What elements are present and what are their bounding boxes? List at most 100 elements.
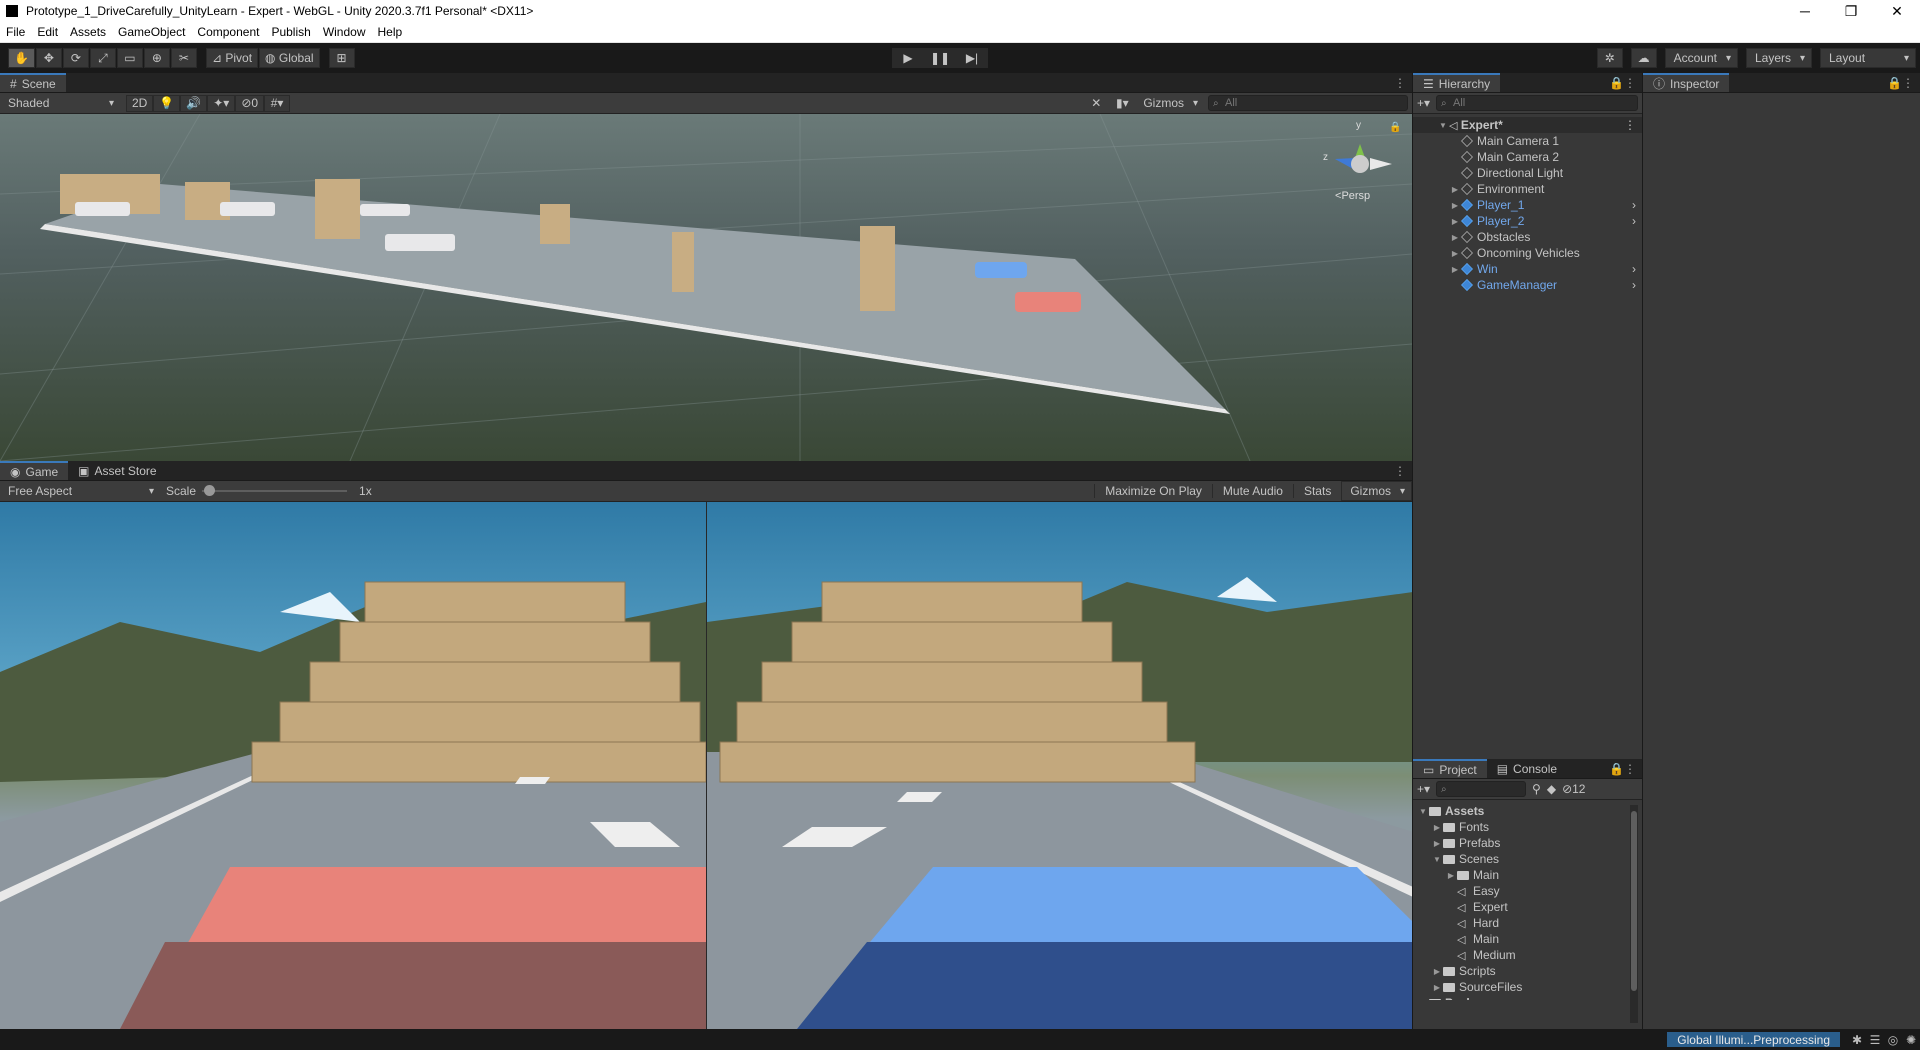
- layout-dropdown[interactable]: Layout: [1820, 48, 1916, 68]
- expand-arrow-icon[interactable]: ▶: [1449, 185, 1461, 194]
- hierarchy-search-input[interactable]: All: [1436, 95, 1638, 111]
- project-item[interactable]: ▶ Prefabs: [1413, 835, 1642, 851]
- project-item[interactable]: ▶ Packages: [1413, 995, 1642, 1000]
- kebab-menu-icon[interactable]: ⋮: [1624, 76, 1636, 90]
- close-icon[interactable]: ✕: [1874, 3, 1920, 20]
- expand-arrow-icon[interactable]: ▶: [1417, 999, 1429, 1001]
- play-button[interactable]: ▶: [892, 48, 924, 68]
- rotate-tool-icon[interactable]: ⟳: [62, 48, 89, 68]
- scrollbar-thumb[interactable]: [1631, 811, 1637, 991]
- effects-toggle-icon[interactable]: ✦▾: [207, 94, 236, 112]
- menu-edit[interactable]: Edit: [31, 25, 64, 39]
- 2d-toggle-button[interactable]: 2D: [126, 94, 154, 112]
- menu-publish[interactable]: Publish: [265, 25, 316, 39]
- scene-viewport[interactable]: y z 🔒 <Persp: [0, 114, 1412, 461]
- tab-console[interactable]: ▤ Console: [1487, 759, 1567, 778]
- scale-slider[interactable]: [202, 485, 348, 497]
- project-item[interactable]: ◁ Main: [1413, 931, 1642, 947]
- hierarchy-item[interactable]: ▶ Win ›: [1413, 261, 1642, 277]
- account-dropdown[interactable]: Account: [1664, 48, 1738, 68]
- custom-tool-icon[interactable]: ✂: [170, 48, 197, 68]
- scene-visibility-toggle[interactable]: ⊘ 0: [235, 94, 265, 112]
- hierarchy-item[interactable]: Main Camera 2: [1413, 149, 1642, 165]
- project-item[interactable]: ▶ Main: [1413, 867, 1642, 883]
- shading-mode-dropdown[interactable]: Shaded: [0, 93, 120, 113]
- expand-arrow-icon[interactable]: ▼: [1431, 855, 1443, 864]
- hierarchy-item[interactable]: ▶ Player_1 ›: [1413, 197, 1642, 213]
- global-toggle-button[interactable]: ◍ Global: [259, 48, 320, 68]
- project-item[interactable]: ◁ Easy: [1413, 883, 1642, 899]
- expand-arrow-icon[interactable]: ▼: [1437, 121, 1449, 130]
- maximize-on-play-toggle[interactable]: Maximize On Play: [1094, 484, 1212, 498]
- hierarchy-item[interactable]: Directional Light: [1413, 165, 1642, 181]
- game-viewport[interactable]: [0, 502, 1412, 1029]
- layers-dropdown[interactable]: Layers: [1745, 48, 1812, 68]
- aspect-dropdown[interactable]: Free Aspect: [0, 481, 160, 501]
- camera-icon[interactable]: ▮▾: [1109, 94, 1136, 112]
- menu-component[interactable]: Component: [191, 25, 265, 39]
- kebab-menu-icon[interactable]: ⋮: [1394, 464, 1406, 478]
- expand-arrow-icon[interactable]: ▶: [1431, 839, 1443, 848]
- expand-arrow-icon[interactable]: ▼: [1417, 807, 1429, 816]
- filter-type-icon[interactable]: ⚲: [1532, 782, 1541, 796]
- move-tool-icon[interactable]: ✥: [35, 48, 62, 68]
- step-button[interactable]: ▶|: [956, 48, 988, 68]
- scene-gizmos-dropdown[interactable]: Gizmos: [1135, 93, 1204, 113]
- project-item[interactable]: ◁ Medium: [1413, 947, 1642, 963]
- hierarchy-item[interactable]: ▶ Obstacles: [1413, 229, 1642, 245]
- kebab-menu-icon[interactable]: ⋮: [1394, 76, 1406, 90]
- open-prefab-chevron-icon[interactable]: ›: [1632, 198, 1636, 212]
- expand-arrow-icon[interactable]: ▶: [1445, 871, 1457, 880]
- lock-icon[interactable]: 🔒: [1887, 76, 1902, 90]
- game-gizmos-dropdown[interactable]: Gizmos: [1341, 481, 1412, 501]
- lock-icon[interactable]: 🔒: [1609, 762, 1624, 776]
- create-plus-icon[interactable]: +▾: [1417, 96, 1430, 110]
- eye-slash-icon[interactable]: ⊘12: [1562, 782, 1585, 796]
- kebab-menu-icon[interactable]: ⋮: [1624, 118, 1636, 132]
- gi-progress-bar[interactable]: Global Illumi...Preprocessing: [1667, 1032, 1840, 1047]
- menu-assets[interactable]: Assets: [64, 25, 112, 39]
- tab-inspector[interactable]: ⓘ Inspector: [1643, 73, 1730, 92]
- expand-arrow-icon[interactable]: ▶: [1449, 201, 1461, 210]
- pivot-toggle-button[interactable]: ⊿ Pivot: [205, 48, 259, 68]
- create-plus-icon[interactable]: +▾: [1417, 782, 1430, 796]
- snap-grid-icon[interactable]: ⊞: [328, 48, 355, 68]
- project-item[interactable]: ◁ Hard: [1413, 915, 1642, 931]
- auto-generate-lighting-icon[interactable]: ◎: [1884, 1033, 1902, 1047]
- scene-root-row[interactable]: ▼ ◁ Expert* ⋮: [1413, 117, 1642, 133]
- project-item[interactable]: ▶ Scripts: [1413, 963, 1642, 979]
- minimize-icon[interactable]: ─: [1782, 3, 1828, 20]
- cache-icon[interactable]: ☰: [1866, 1033, 1884, 1047]
- open-prefab-chevron-icon[interactable]: ›: [1632, 262, 1636, 276]
- hierarchy-item[interactable]: Main Camera 1: [1413, 133, 1642, 149]
- persp-toggle[interactable]: <Persp: [1335, 190, 1370, 202]
- hierarchy-item[interactable]: ▶ Oncoming Vehicles: [1413, 245, 1642, 261]
- project-item[interactable]: ▼ Scenes: [1413, 851, 1642, 867]
- collab-icon[interactable]: ✲: [1596, 48, 1623, 68]
- expand-arrow-icon[interactable]: ▶: [1449, 265, 1461, 274]
- kebab-menu-icon[interactable]: ⋮: [1624, 762, 1636, 776]
- expand-arrow-icon[interactable]: ▶: [1431, 823, 1443, 832]
- expand-arrow-icon[interactable]: ▶: [1449, 233, 1461, 242]
- expand-arrow-icon[interactable]: ▶: [1449, 249, 1461, 258]
- tab-game[interactable]: ◉ Game: [0, 461, 69, 480]
- audio-toggle-icon[interactable]: 🔊: [180, 94, 208, 112]
- project-item[interactable]: ◁ Expert: [1413, 899, 1642, 915]
- menu-gameobject[interactable]: GameObject: [112, 25, 191, 39]
- slider-thumb[interactable]: [204, 485, 216, 496]
- grid-toggle-icon[interactable]: #▾: [264, 94, 291, 112]
- filter-label-icon[interactable]: ◆: [1547, 782, 1556, 796]
- cloud-icon[interactable]: ☁: [1630, 48, 1657, 68]
- expand-arrow-icon[interactable]: ▶: [1449, 217, 1461, 226]
- mute-audio-toggle[interactable]: Mute Audio: [1211, 484, 1293, 498]
- tab-hierarchy[interactable]: ☰ Hierarchy: [1413, 73, 1501, 92]
- open-prefab-chevron-icon[interactable]: ›: [1632, 278, 1636, 292]
- scene-search-input[interactable]: All: [1208, 95, 1408, 111]
- tools-icon[interactable]: ✕: [1083, 94, 1110, 112]
- project-scrollbar[interactable]: [1630, 805, 1638, 1023]
- expand-arrow-icon[interactable]: ▶: [1431, 967, 1443, 976]
- hierarchy-item[interactable]: ▶ Player_2 ›: [1413, 213, 1642, 229]
- stats-toggle[interactable]: Stats: [1292, 484, 1341, 498]
- project-item[interactable]: ▼ Assets: [1413, 803, 1642, 819]
- project-search-input[interactable]: [1436, 781, 1527, 797]
